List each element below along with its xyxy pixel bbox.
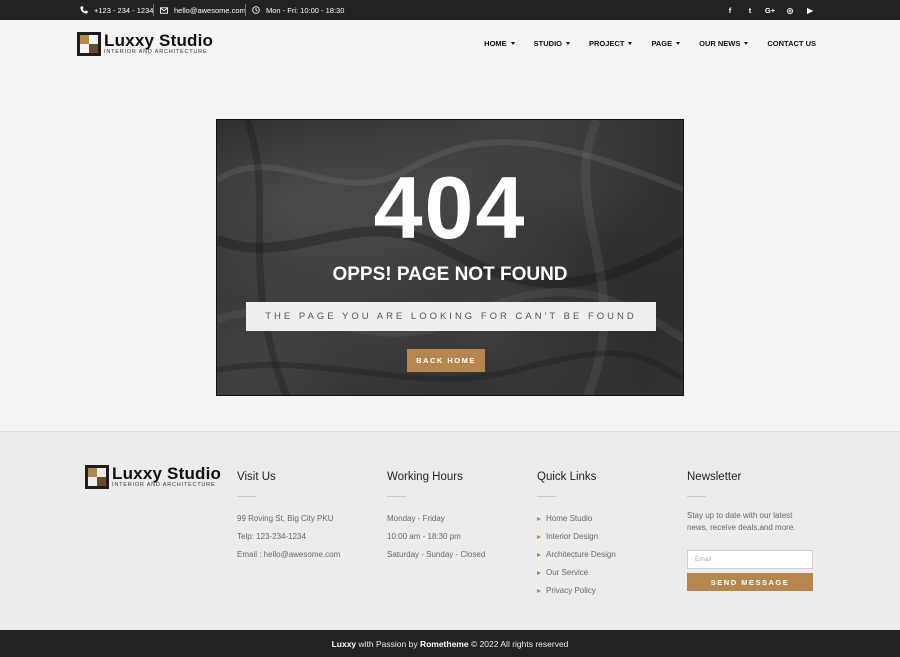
nav-home[interactable]: HOME [484, 39, 515, 48]
newsletter-email-input[interactable] [687, 550, 813, 569]
brand-tagline: INTERIOR AND ARCHITECTURE [104, 49, 208, 56]
footer-email: Email : hello@awesome.com [237, 550, 341, 559]
divider [387, 496, 406, 497]
link-label: Architecture Design [546, 550, 616, 559]
copyright-author: Rometheme [419, 638, 469, 649]
logo-icon [77, 32, 101, 56]
copyright-bar: Luxxy with Passion by Rometheme © 2022 A… [0, 630, 900, 657]
phone-icon [80, 6, 88, 14]
footer-heading: Quick Links [537, 471, 597, 483]
envelope-icon [160, 6, 168, 14]
divider [537, 496, 556, 497]
hours-line: 10:00 am - 18:30 pm [387, 532, 461, 541]
footer-heading: Newsletter [687, 471, 742, 483]
divider [687, 496, 706, 497]
hours-line: Saturday - Sunday - Closed [387, 550, 486, 559]
error-panel: 404 OPPS! PAGE NOT FOUND THE PAGE YOU AR… [216, 119, 684, 396]
arrow-right-icon [537, 553, 541, 557]
error-title: OPPS! PAGE NOT FOUND [332, 264, 568, 285]
topbar-hours: Mon - Fri: 10:00 - 18:30 [252, 0, 344, 20]
link-label: Privacy Policy [546, 586, 596, 595]
quick-link-our-service[interactable]: Our Service [537, 564, 616, 582]
copyright-tail: © 2022 All rights reserved [468, 638, 569, 649]
arrow-right-icon [537, 517, 541, 521]
link-label: Interior Design [546, 532, 599, 541]
footer: Luxxy Studio INTERIOR AND ARCHITECTURE V… [0, 431, 900, 630]
nav-label: STUDIO [533, 39, 562, 48]
main-nav: HOME STUDIO PROJECT PAGE OUR NEWS CONTAC… [484, 39, 816, 48]
instagram-icon[interactable]: ◎ [780, 6, 800, 15]
arrow-right-icon [537, 571, 541, 575]
brand-name: Luxxy Studio [112, 464, 222, 484]
footer-newsletter: Newsletter Stay up to date with our late… [687, 471, 813, 591]
footer-working-hours: Working Hours Monday - Friday 10:00 am -… [387, 471, 485, 564]
clock-icon [252, 6, 260, 14]
caret-down-icon [744, 42, 749, 45]
nav-project[interactable]: PROJECT [589, 39, 633, 48]
nav-our-news[interactable]: OUR NEWS [699, 39, 749, 48]
back-home-button[interactable]: BACK HOME [407, 349, 485, 372]
nav-label: PROJECT [589, 39, 625, 48]
link-label: Our Service [546, 568, 589, 577]
topbar-phone[interactable]: +123 - 234 - 1234 [80, 0, 153, 20]
footer-logo[interactable]: Luxxy Studio INTERIOR AND ARCHITECTURE [85, 465, 221, 489]
send-message-button[interactable]: SEND MESSAGE [687, 573, 813, 591]
divider [237, 496, 256, 497]
caret-down-icon [628, 42, 633, 45]
arrow-right-icon [537, 589, 541, 593]
topbar-phone-text: +123 - 234 - 1234 [94, 5, 154, 15]
error-message: THE PAGE YOU ARE LOOKING FOR CAN'T BE FO… [246, 302, 656, 331]
caret-down-icon [676, 42, 681, 45]
error-message-text: THE PAGE YOU ARE LOOKING FOR CAN'T BE FO… [265, 311, 637, 322]
top-bar: +123 - 234 - 1234 hello@awesome.com Mon … [0, 0, 900, 20]
nav-label: PAGE [651, 39, 673, 48]
twitter-icon[interactable]: t [740, 6, 760, 15]
newsletter-text: Stay up to date with our latest news, re… [687, 511, 796, 532]
nav-studio[interactable]: STUDIO [534, 39, 570, 48]
caret-down-icon [510, 42, 515, 45]
copyright-middle: with Passion by [356, 638, 420, 649]
nav-label: CONTACT US [767, 39, 816, 48]
footer-heading: Working Hours [387, 471, 463, 483]
footer-quick-links: Quick Links Home Studio Interior Design … [537, 471, 616, 600]
social-links: f t G+ ◎ ▶ [720, 0, 820, 20]
topbar-hours-text: Mon - Fri: 10:00 - 18:30 [266, 5, 345, 15]
nav-label: HOME [484, 39, 507, 48]
footer-visit-us: Visit Us 99 Roving St, Big City PKU Telp… [237, 471, 340, 564]
divider [245, 4, 246, 16]
copyright-brand: Luxxy [331, 638, 357, 649]
logo-icon [85, 465, 109, 489]
nav-page[interactable]: PAGE [651, 39, 681, 48]
divider [153, 4, 154, 16]
quick-link-architecture-design[interactable]: Architecture Design [537, 546, 616, 564]
brand-name: Luxxy Studio [104, 31, 214, 51]
quick-link-interior-design[interactable]: Interior Design [537, 528, 616, 546]
arrow-right-icon [537, 535, 541, 539]
topbar-email-text: hello@awesome.com [174, 5, 246, 15]
brand-tagline: INTERIOR AND ARCHITECTURE [112, 482, 216, 489]
google-plus-icon[interactable]: G+ [760, 6, 780, 15]
footer-phone: Telp: 123-234-1234 [237, 532, 306, 541]
header-logo[interactable]: Luxxy Studio INTERIOR AND ARCHITECTURE [77, 32, 213, 56]
hours-line: Monday - Friday [387, 514, 445, 523]
nav-label: OUR NEWS [699, 39, 741, 48]
footer-heading: Visit Us [237, 471, 276, 483]
caret-down-icon [566, 42, 570, 45]
facebook-icon[interactable]: f [720, 6, 740, 15]
quick-link-privacy-policy[interactable]: Privacy Policy [537, 582, 616, 600]
link-label: Home Studio [546, 514, 593, 523]
footer-address: 99 Roving St, Big City PKU [237, 514, 334, 523]
youtube-icon[interactable]: ▶ [800, 6, 820, 15]
quick-link-home-studio[interactable]: Home Studio [537, 510, 616, 528]
nav-contact-us[interactable]: CONTACT US [767, 39, 816, 48]
topbar-email[interactable]: hello@awesome.com [160, 0, 246, 20]
error-code: 404 [373, 158, 527, 257]
